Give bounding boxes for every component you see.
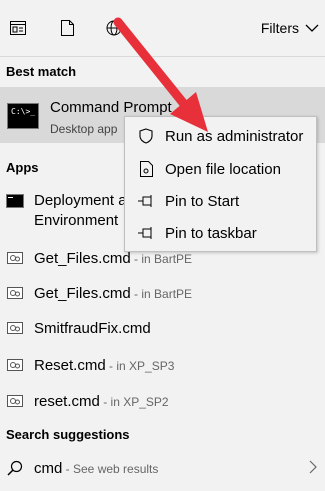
search-suggestion-item[interactable]: cmd - See web results [0, 457, 325, 479]
script-file-icon [6, 356, 24, 374]
list-item[interactable]: Get_Files.cmd - in BartPE [0, 282, 325, 304]
app-name: SmitfraudFix.cmd [34, 319, 151, 337]
web-icon[interactable] [104, 18, 124, 38]
list-item[interactable]: Reset.cmd - in XP_SP3 [0, 354, 325, 376]
search-icon [6, 459, 24, 477]
script-file-icon [6, 392, 24, 410]
suggestion-text: cmd - See web results [34, 459, 159, 477]
app-name: reset.cmd - in XP_SP2 [34, 392, 169, 410]
search-suggestions-heading: Search suggestions [6, 427, 130, 442]
app-name-line1: Deployment a [34, 192, 127, 209]
pin-icon [137, 224, 155, 242]
menu-item-label: Run as administrator [165, 127, 304, 145]
chevron-down-icon [305, 24, 319, 32]
app-location: - in BartPE [130, 286, 193, 301]
app-name: Reset.cmd - in XP_SP3 [34, 356, 175, 374]
app-name: Get_Files.cmd - in BartPE [34, 284, 193, 302]
filters-label: Filters [260, 20, 299, 36]
script-file-icon [6, 319, 24, 337]
list-item[interactable]: SmitfraudFix.cmd [0, 317, 325, 339]
script-file-icon [6, 284, 24, 302]
filters-dropdown[interactable]: Filters [261, 20, 319, 36]
suggestion-hint: - See web results [62, 461, 159, 476]
menu-item-open-file-location[interactable]: Open file location [125, 153, 316, 185]
menu-item-pin-to-taskbar[interactable]: Pin to taskbar [125, 217, 316, 249]
best-match-type: Desktop app [50, 122, 118, 136]
menu-item-label: Pin to Start [165, 192, 240, 210]
file-location-icon [137, 160, 155, 178]
app-location: - in XP_SP2 [99, 394, 169, 409]
app-name: Get_Files.cmd - in BartPE [34, 249, 193, 267]
script-file-icon [6, 249, 24, 267]
menu-item-label: Pin to taskbar [165, 224, 257, 242]
document-icon[interactable] [57, 18, 77, 38]
app-name-line2: Environment [34, 212, 119, 229]
pin-icon [137, 192, 155, 210]
menu-item-run-as-administrator[interactable]: Run as administrator [125, 120, 316, 152]
best-match-heading: Best match [6, 64, 77, 79]
apps-heading: Apps [6, 160, 39, 175]
command-window-icon [6, 192, 24, 210]
list-item[interactable]: reset.cmd - in XP_SP2 [0, 390, 325, 412]
search-scope-bar: Filters [0, 0, 325, 57]
app-location: - in XP_SP3 [105, 358, 175, 373]
context-menu: Run as administrator Open file location … [124, 116, 317, 252]
app-location: - in BartPE [130, 251, 193, 266]
chevron-right-icon [309, 460, 317, 479]
best-match-name: Command Prompt [50, 99, 172, 116]
shield-icon [137, 127, 155, 145]
menu-item-pin-to-start[interactable]: Pin to Start [125, 185, 316, 217]
menu-item-label: Open file location [165, 160, 281, 178]
command-prompt-icon: C:\>_ [7, 103, 39, 129]
apps-icon[interactable] [8, 18, 28, 38]
